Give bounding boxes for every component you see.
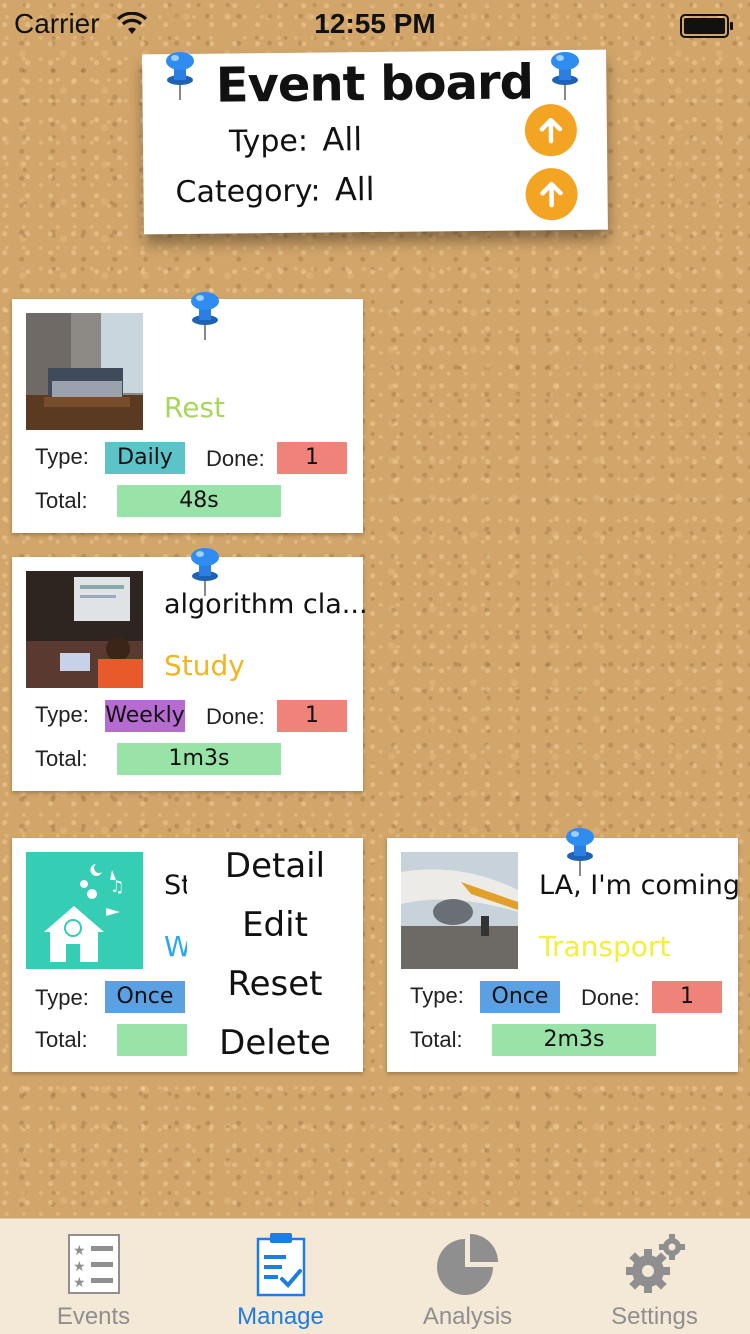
total-label: Total: (410, 1027, 463, 1052)
done-tag: 1 (652, 981, 722, 1013)
event-category: Rest (164, 391, 225, 424)
tab-settings[interactable]: Settings (561, 1219, 748, 1334)
delete-menu-item[interactable]: Delete (187, 1023, 363, 1063)
pushpin-icon (166, 52, 194, 100)
pushpin-icon (551, 52, 579, 100)
event-board-header: Event board Type: All Category: All (142, 49, 608, 235)
tab-analysis[interactable]: Analysis (374, 1219, 561, 1334)
edit-menu-item[interactable]: Edit (187, 905, 363, 945)
event-thumbnail-classroom (26, 571, 143, 688)
svg-text:★: ★ (73, 1259, 86, 1275)
type-label: Type: (35, 444, 89, 469)
event-category: Study (164, 649, 245, 682)
type-label: Type: (35, 985, 89, 1010)
category-filter-value: All (334, 170, 375, 209)
total-tag: 2m3s (492, 1024, 656, 1056)
event-thumbnail-home: ♫ (26, 852, 143, 969)
detail-menu-item[interactable]: Detail (187, 846, 363, 886)
status-time: 12:55 PM (314, 8, 436, 39)
tab-label: Analysis (422, 1303, 513, 1330)
pie-chart-icon (437, 1234, 498, 1295)
tab-label: Events (56, 1303, 131, 1330)
type-filter-row: Type: All (228, 120, 363, 160)
type-filter-label: Type: (228, 123, 309, 160)
done-label: Done: (206, 446, 265, 471)
svg-text:♫: ♫ (110, 877, 124, 896)
battery-icon (680, 14, 733, 38)
total-label: Total: (35, 746, 88, 771)
arrow-up-icon (539, 117, 563, 144)
type-tag: Weekly (105, 700, 185, 732)
page-title: Event board (215, 54, 534, 114)
svg-text:★: ★ (73, 1243, 86, 1259)
total-tag: 48s (117, 485, 281, 517)
clipboard-check-icon (256, 1233, 306, 1297)
event-thumbnail-airplane (401, 852, 518, 969)
done-tag: 1 (277, 700, 347, 732)
done-tag: 1 (277, 442, 347, 474)
type-tag: Once (480, 981, 560, 1013)
context-menu: Detail Edit Reset Delete (187, 838, 363, 1072)
pushpin-icon (191, 292, 219, 340)
category-filter-row: Category: All (175, 170, 374, 210)
list-stars-icon: ★ ★ ★ (68, 1234, 120, 1294)
type-tag: Daily (105, 442, 185, 474)
status-bar: Carrier 12:55 PM (0, 0, 750, 50)
done-label: Done: (206, 704, 265, 729)
tab-label: Settings (611, 1303, 698, 1330)
tab-events[interactable]: ★ ★ ★ Events (0, 1219, 187, 1334)
done-label: Done: (581, 985, 640, 1010)
type-filter-value: All (322, 120, 363, 159)
type-tag: Once (105, 981, 185, 1013)
pushpin-icon (191, 548, 219, 596)
total-tag: 1m3s (117, 743, 281, 775)
category-filter-label: Category: (175, 173, 321, 211)
pushpin-icon (566, 828, 594, 876)
type-label: Type: (410, 983, 464, 1008)
category-filter-button[interactable] (525, 167, 578, 221)
svg-text:★: ★ (73, 1275, 86, 1291)
type-filter-button[interactable] (524, 103, 578, 157)
gears-icon (626, 1234, 685, 1293)
tab-bar: ★ ★ ★ Events Manage Analysis Settings (0, 1218, 750, 1334)
reset-menu-item[interactable]: Reset (187, 964, 363, 1004)
event-category: Transport (539, 930, 671, 963)
total-label: Total: (35, 1027, 88, 1052)
total-label: Total: (35, 488, 88, 513)
type-label: Type: (35, 702, 89, 727)
tab-manage[interactable]: Manage (187, 1219, 374, 1334)
event-thumbnail-bedroom (26, 313, 143, 430)
tab-label: Manage (237, 1303, 324, 1330)
arrow-up-icon (540, 181, 563, 208)
